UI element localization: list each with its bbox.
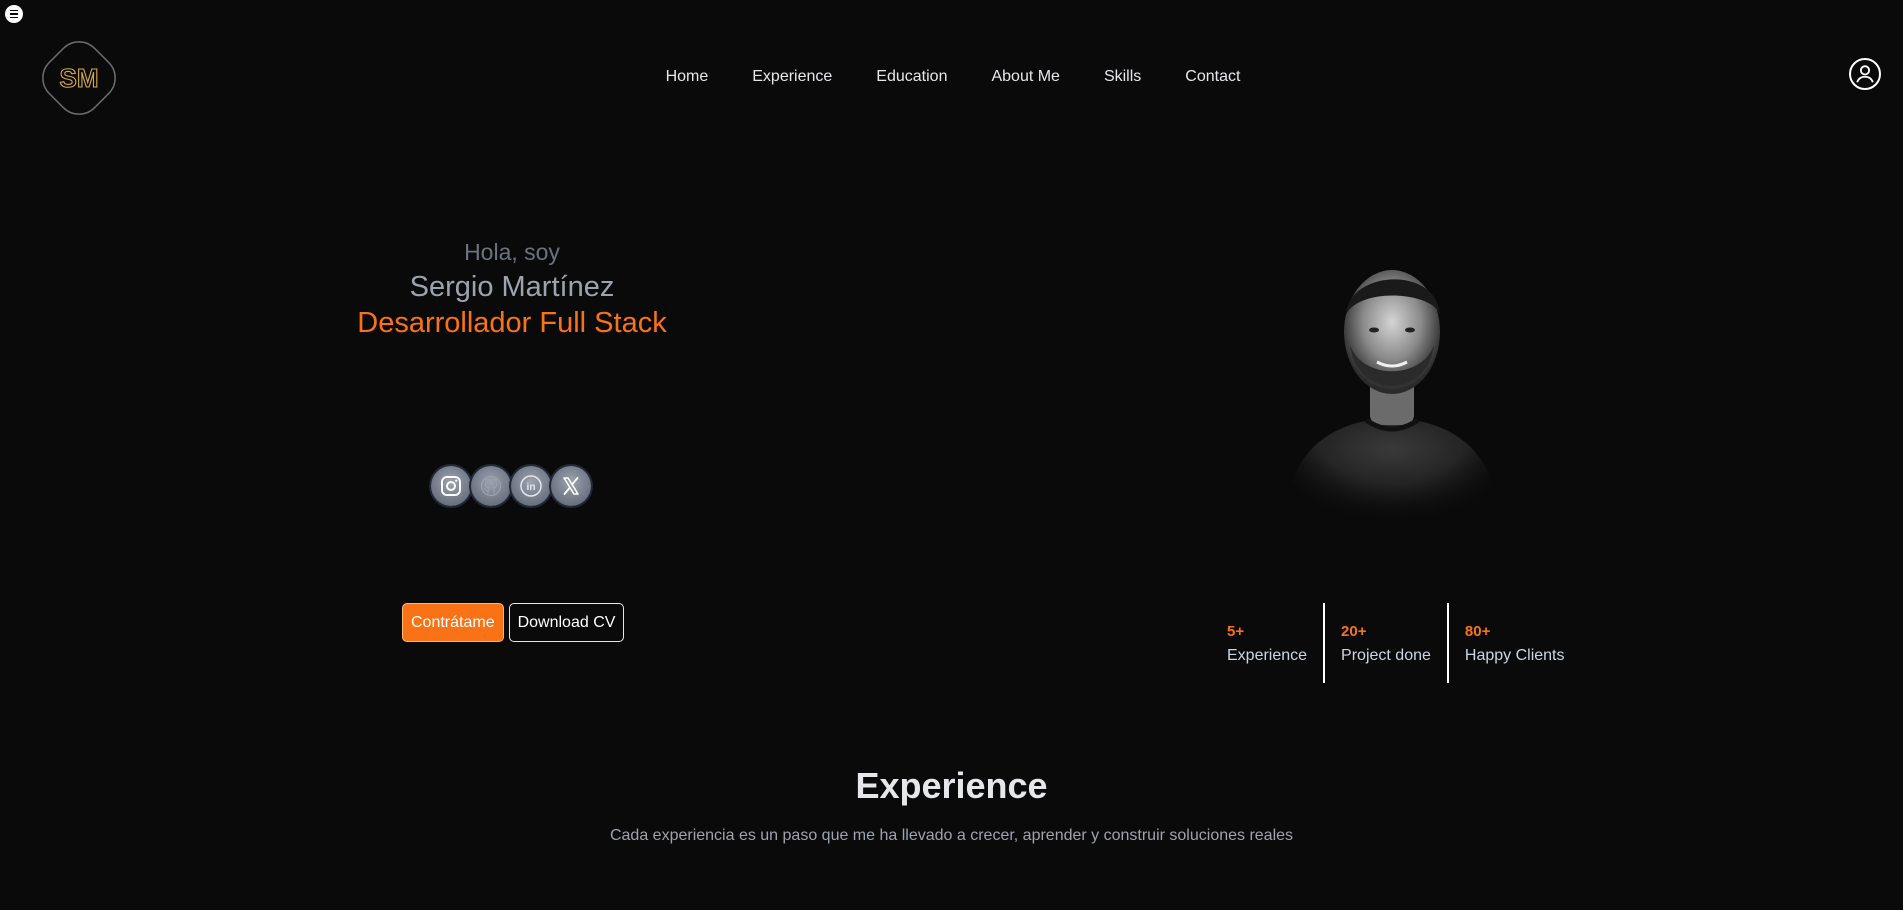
hero-name: Sergio Martínez (409, 271, 615, 303)
stat-projects: 20+ Project done (1323, 603, 1447, 683)
stat-experience: 5+ Experience (1227, 603, 1323, 683)
menu-icon (10, 9, 18, 20)
social-links: in (431, 466, 591, 506)
x-twitter-link[interactable] (551, 466, 591, 506)
nav-link-home[interactable]: Home (666, 66, 709, 88)
experience-heading: Experience (855, 765, 1048, 806)
page: SM Home Experience Education About Me Sk… (0, 0, 1903, 910)
nav-link-experience[interactable]: Experience (752, 66, 832, 88)
stat-clients: 80+ Happy Clients (1446, 603, 1581, 683)
instagram-icon (441, 476, 461, 496)
hero-greeting: Hola, soy (464, 239, 560, 265)
download-cv-button[interactable]: Download CV (508, 603, 625, 642)
stat-value: 5+ (1227, 623, 1245, 640)
linkedin-link[interactable]: in (511, 466, 551, 506)
hero-actions: Contrátame Download CV (402, 603, 625, 642)
main-nav: Home Experience Education About Me Skill… (0, 66, 1903, 88)
menu-toggle-button[interactable] (5, 5, 23, 23)
stats-panel: 5+ Experience 20+ Project done 80+ Happy… (1227, 603, 1581, 683)
stat-label: Project done (1341, 647, 1431, 664)
stat-value: 20+ (1341, 623, 1367, 640)
github-icon (480, 475, 502, 497)
stat-label: Experience (1227, 647, 1308, 664)
nav-link-education[interactable]: Education (876, 66, 947, 88)
github-link[interactable] (471, 466, 511, 506)
user-icon (1856, 65, 1874, 83)
nav-link-about-me[interactable]: About Me (991, 66, 1059, 88)
svg-text:in: in (527, 482, 536, 493)
instagram-link[interactable] (431, 466, 471, 506)
experience-subtitle: Cada experiencia es un paso que me ha ll… (609, 827, 1294, 844)
user-account-button[interactable] (1849, 58, 1881, 90)
nav-link-skills[interactable]: Skills (1104, 66, 1141, 88)
x-icon (563, 477, 579, 495)
profile-photo (1262, 250, 1522, 530)
hero-role: Desarrollador Full Stack (357, 307, 667, 339)
hire-me-button[interactable]: Contrátame (402, 603, 504, 642)
linkedin-icon: in (520, 475, 542, 497)
stat-label: Happy Clients (1464, 647, 1565, 664)
hero-intro: Hola, soy Sergio Martínez Desarrollador … (312, 235, 712, 341)
stat-value: 80+ (1464, 623, 1491, 640)
nav-link-contact[interactable]: Contact (1185, 66, 1240, 88)
